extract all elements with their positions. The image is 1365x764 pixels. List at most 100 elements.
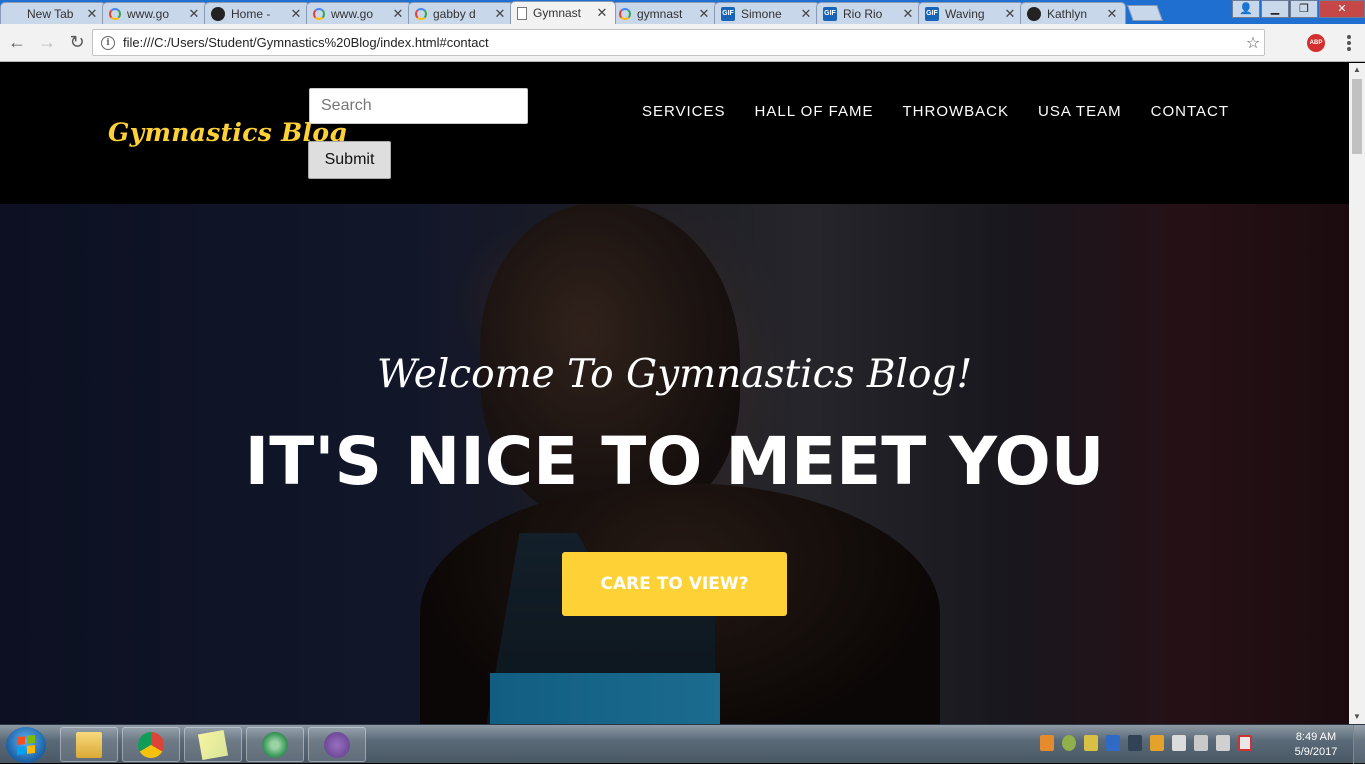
close-tab-icon[interactable]: ✕	[595, 5, 609, 21]
close-tab-icon[interactable]: ✕	[289, 6, 303, 22]
chrome-icon[interactable]	[122, 727, 180, 762]
taskbar-clock[interactable]: 8:49 AM 5/9/2017	[1286, 730, 1346, 760]
tab-label: Gymnast	[533, 6, 582, 20]
atom-icon[interactable]	[246, 727, 304, 762]
adblock-extension-icon[interactable]: ABP	[1307, 34, 1325, 52]
scroll-thumb[interactable]	[1352, 79, 1362, 154]
browser-tab[interactable]: GIF Waving ✕	[918, 2, 1024, 24]
google-icon	[619, 7, 631, 20]
tab-label: Kathlyn	[1047, 6, 1088, 21]
tab-label: Waving	[945, 6, 985, 21]
close-tab-icon[interactable]: ✕	[187, 6, 201, 22]
minimize-button[interactable]: ▁	[1261, 0, 1289, 18]
google-icon	[313, 7, 325, 20]
tab-label: Home -	[231, 6, 271, 21]
restore-button[interactable]: ❐	[1290, 0, 1318, 18]
close-tab-icon[interactable]: ✕	[493, 6, 507, 22]
new-tab-button[interactable]	[1127, 5, 1163, 21]
volume-icon[interactable]	[1194, 735, 1208, 751]
google-icon	[109, 7, 121, 20]
nav-throwback[interactable]: THROWBACK	[903, 103, 1010, 120]
bookmark-star-icon[interactable]: ☆	[1242, 33, 1264, 53]
tab-label: Simone	[741, 6, 782, 21]
start-button[interactable]	[6, 727, 46, 763]
action-center-flag-icon[interactable]	[1150, 735, 1164, 751]
close-tab-icon[interactable]: ✕	[1003, 6, 1017, 22]
wifi-signal-icon[interactable]	[1216, 735, 1230, 751]
browser-menu-icon[interactable]	[1344, 34, 1354, 52]
address-bar[interactable]: i file:///C:/Users/Student/Gymnastics%20…	[92, 29, 1265, 56]
address-url[interactable]: file:///C:/Users/Student/Gymnastics%20Bl…	[123, 35, 1242, 50]
browser-tab-active[interactable]: Gymnast ✕	[510, 1, 616, 24]
nav-services[interactable]: SERVICES	[642, 103, 726, 120]
google-icon	[415, 7, 427, 20]
page-scrollbar[interactable]: ▲ ▼	[1349, 63, 1365, 724]
tab-strip: New Tab ✕ www.go ✕ Home - ✕ www.go ✕ gab…	[0, 0, 1365, 24]
user-icon[interactable]: 👤	[1232, 0, 1260, 18]
tab-label: Rio Rio	[843, 6, 883, 21]
site-header: Gymnastics Blog Submit SERVICES HALL OF …	[0, 63, 1349, 204]
close-window-button[interactable]: ✕	[1319, 0, 1365, 18]
gif-icon: GIF	[925, 6, 939, 21]
github-icon	[1027, 6, 1041, 21]
search-input[interactable]	[309, 88, 528, 124]
care-to-view-button[interactable]: CARE TO VIEW?	[562, 552, 787, 616]
network-error-icon[interactable]	[1238, 735, 1252, 751]
hero-headline: IT'S NICE TO MEET YOU	[244, 423, 1105, 500]
browser-tab[interactable]: gabby d ✕	[408, 2, 514, 24]
hero-welcome-text: Welcome To Gymnastics Blog!	[376, 352, 973, 397]
tab-label: gymnast	[637, 6, 683, 21]
usb-device-icon[interactable]	[1172, 735, 1186, 751]
forward-arrow-icon[interactable]: →	[34, 30, 60, 56]
github-icon	[211, 6, 225, 21]
tray-key-icon[interactable]	[1084, 735, 1098, 751]
tab-label: www.go	[127, 6, 170, 21]
blank-icon	[7, 7, 21, 21]
tray-app-icon[interactable]	[1040, 735, 1054, 751]
tab-label: gabby d	[433, 6, 476, 21]
back-arrow-icon[interactable]: ←	[4, 30, 30, 56]
bluetooth-icon[interactable]	[1106, 735, 1120, 751]
browser-tab[interactable]: Kathlyn ✕	[1020, 2, 1126, 24]
browser-tab[interactable]: www.go ✕	[102, 2, 208, 24]
page-viewport: Welcome To Gymnastics Blog! IT'S NICE TO…	[0, 63, 1349, 724]
close-tab-icon[interactable]: ✕	[1105, 6, 1119, 22]
close-tab-icon[interactable]: ✕	[85, 6, 99, 22]
submit-button[interactable]: Submit	[308, 141, 391, 179]
gif-icon: GIF	[721, 6, 735, 21]
clock-time: 8:49 AM	[1295, 731, 1337, 743]
close-tab-icon[interactable]: ✕	[901, 6, 915, 22]
scroll-up-icon[interactable]: ▲	[1349, 63, 1365, 77]
taskbar: 8:49 AM 5/9/2017	[0, 724, 1365, 764]
gif-icon: GIF	[823, 6, 837, 21]
info-icon[interactable]: i	[101, 35, 115, 50]
nav-usa-team[interactable]: USA TEAM	[1038, 103, 1122, 120]
tab-label: www.go	[331, 6, 374, 21]
close-tab-icon[interactable]: ✕	[391, 6, 405, 22]
system-tray	[1040, 735, 1252, 751]
browser-tab[interactable]: Home - ✕	[204, 2, 310, 24]
browser-tab[interactable]: gymnast ✕	[612, 2, 718, 24]
tab-label: New Tab	[27, 6, 74, 21]
nav-contact[interactable]: CONTACT	[1151, 103, 1229, 120]
document-icon	[517, 6, 527, 20]
file-explorer-icon[interactable]	[60, 727, 118, 762]
browser-tab[interactable]: New Tab ✕	[0, 2, 106, 24]
reload-icon[interactable]: ↻	[64, 30, 90, 56]
tray-network-app-icon[interactable]	[1062, 735, 1076, 751]
windows-logo-icon	[17, 735, 35, 755]
browser-tab[interactable]: GIF Rio Rio ✕	[816, 2, 922, 24]
browser-tab[interactable]: GIF Simone ✕	[714, 2, 820, 24]
scroll-down-icon[interactable]: ▼	[1349, 710, 1365, 724]
show-desktop-button[interactable]	[1353, 725, 1365, 764]
sticky-notes-icon[interactable]	[184, 727, 242, 762]
tray-monitor-icon[interactable]	[1128, 735, 1142, 751]
window-controls: 👤 ▁ ❐ ✕	[1231, 0, 1365, 18]
close-tab-icon[interactable]: ✕	[799, 6, 813, 22]
nav-hall-of-fame[interactable]: HALL OF FAME	[755, 103, 874, 120]
main-nav: SERVICES HALL OF FAME THROWBACK USA TEAM…	[613, 103, 1229, 120]
clock-date: 5/9/2017	[1294, 746, 1338, 758]
browser-tab[interactable]: www.go ✕	[306, 2, 412, 24]
github-desktop-icon[interactable]	[308, 727, 366, 762]
close-tab-icon[interactable]: ✕	[697, 6, 711, 22]
